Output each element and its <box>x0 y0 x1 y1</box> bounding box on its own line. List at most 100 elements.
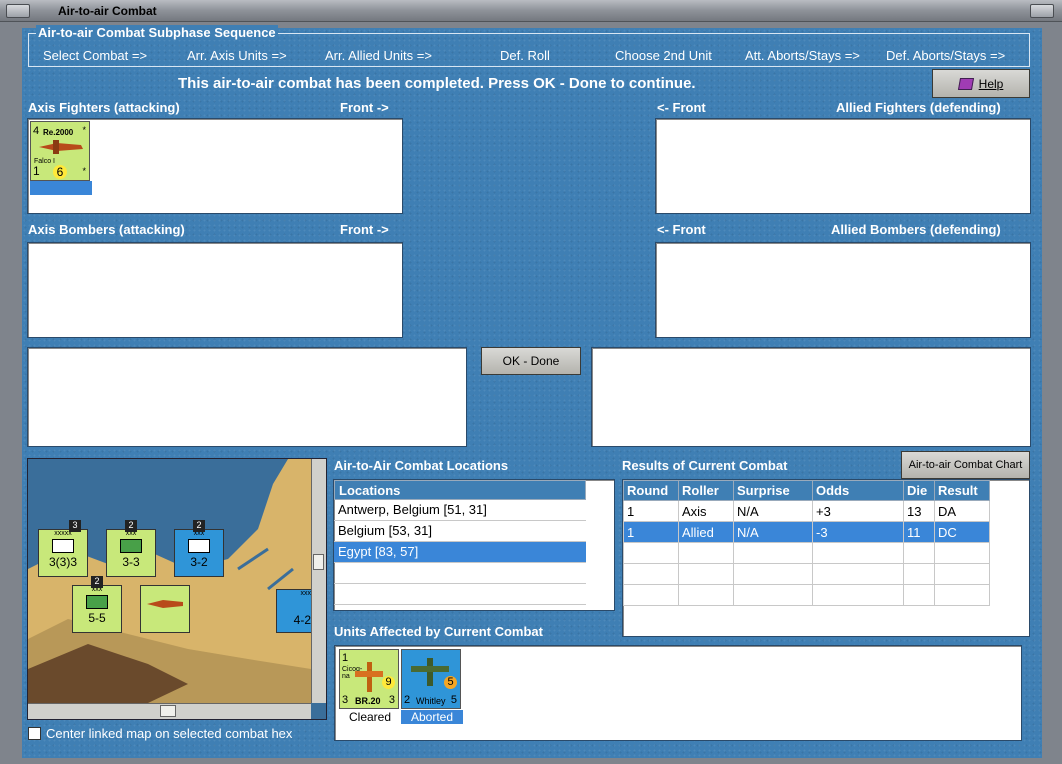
allied-bombers-front-label: <- Front <box>657 222 706 237</box>
unit1-left-val: 3 <box>342 694 349 706</box>
map-plane-icon <box>147 600 183 608</box>
locations-list[interactable]: Locations Antwerp, Belgium [51, 31] Belg… <box>333 479 615 611</box>
combat-chart-button[interactable]: Air-to-air Combat Chart <box>901 451 1030 479</box>
map-counter-2-value: 3-3 <box>122 555 140 569</box>
table-row-empty <box>623 542 990 564</box>
center-map-label: Center linked map on selected combat hex <box>46 726 293 741</box>
col-result: Result <box>934 480 990 501</box>
axis-fighters-box[interactable]: 4 Re.2000 * Falco I 1 6 * <box>27 118 403 214</box>
help-button-label: Help <box>978 76 1004 91</box>
linked-map[interactable]: xxxxx 3(3)3 3 xxx 3-3 2 xxx 3-2 2 xxx 5-… <box>27 458 327 720</box>
seq-step-choose-2nd: Choose 2nd Unit <box>615 48 712 63</box>
axis-bombers-box[interactable] <box>27 242 403 338</box>
map-counter-3-value: 3-2 <box>190 555 208 569</box>
allied-fighters-box[interactable] <box>655 118 1031 214</box>
seq-step-select-combat: Select Combat => <box>43 48 148 63</box>
table-row-empty <box>623 584 990 606</box>
map-hscroll-thumb[interactable] <box>160 705 176 717</box>
unit2-top-left: 2 <box>404 694 411 706</box>
cell-round: 1 <box>623 521 679 543</box>
col-die: Die <box>903 480 935 501</box>
location-item-empty <box>334 563 586 584</box>
col-round: Round <box>623 480 679 501</box>
map-vertical-scrollbar[interactable] <box>311 459 326 703</box>
counter-range: 6 <box>53 165 67 179</box>
map-counter-4-value: 5-5 <box>88 611 106 625</box>
counter-mark: * <box>82 125 86 135</box>
map-counter-4[interactable]: xxx 5-5 2 <box>72 576 122 633</box>
cell-result: DC <box>934 521 990 543</box>
title-bar: Air-to-air Combat <box>0 0 1062 22</box>
cell-die: 11 <box>903 521 935 543</box>
allied-fighters-label: Allied Fighters (defending) <box>836 100 1001 115</box>
affected-unit-2[interactable]: 5 2 Whitley 5 <box>401 649 461 709</box>
counter-defense: 1 <box>33 164 40 178</box>
close-button[interactable] <box>1030 4 1054 18</box>
results-title: Results of Current Combat <box>622 458 788 473</box>
allied-fighters-front-label: <- Front <box>657 100 706 115</box>
cell-odds: -3 <box>812 521 904 543</box>
affected-unit-1[interactable]: 1 Cicog-na 9 3 BR.20 3 <box>339 649 399 709</box>
map-counter-4-badge: 2 <box>91 576 103 588</box>
col-roller: Roller <box>678 480 734 501</box>
map-counter-5[interactable]: xxx 4-2 <box>276 589 312 633</box>
cell-die: 13 <box>903 500 935 522</box>
map-counter-2-symbol <box>120 539 142 553</box>
unit2-model: Whitley <box>416 696 446 706</box>
col-surprise: Surprise <box>733 480 813 501</box>
map-vscroll-thumb[interactable] <box>313 554 324 570</box>
locations-header: Locations <box>334 480 586 500</box>
cell-surprise: N/A <box>733 500 813 522</box>
location-item[interactable]: Antwerp, Belgium [51, 31] <box>334 500 586 521</box>
table-row-empty <box>623 563 990 585</box>
locations-title: Air-to-Air Combat Locations <box>334 458 509 473</box>
seq-step-arr-axis: Arr. Axis Units => <box>187 48 287 63</box>
location-item-empty <box>334 584 586 605</box>
allied-message-box <box>591 347 1031 447</box>
seq-step-att-aborts: Att. Aborts/Stays => <box>745 48 860 63</box>
locations-items: Antwerp, Belgium [51, 31] Belgium [53, 3… <box>334 500 586 605</box>
status-message: This air-to-air combat has been complete… <box>178 75 696 92</box>
table-row-selected[interactable]: 1 Allied N/A -3 11 DC <box>623 521 990 543</box>
help-button[interactable]: Help <box>932 69 1030 98</box>
map-counter-1-symbol <box>52 539 74 553</box>
location-item[interactable]: Belgium [53, 31] <box>334 521 586 542</box>
map-counter-3-badge: 2 <box>193 520 205 532</box>
allied-bombers-label: Allied Bombers (defending) <box>831 222 1001 237</box>
seq-step-arr-allied: Arr. Allied Units => <box>325 48 432 63</box>
unit1-top-left: 1 <box>342 652 349 664</box>
map-terrain <box>28 459 311 703</box>
cell-odds: +3 <box>812 500 904 522</box>
cell-round: 1 <box>623 500 679 522</box>
seq-step-def-roll: Def. Roll <box>500 48 550 63</box>
table-row[interactable]: 1 Axis N/A +3 13 DA <box>623 500 990 522</box>
map-counter-1-badge: 3 <box>69 520 81 532</box>
cell-surprise: N/A <box>733 521 813 543</box>
affected-title: Units Affected by Current Combat <box>334 624 543 639</box>
map-counter-3-symbol <box>188 539 210 553</box>
window-title: Air-to-air Combat <box>58 4 157 18</box>
counter-name: Re.2000 <box>43 128 74 137</box>
affected-units-box: 1 Cicog-na 9 3 BR.20 3 Cleared 5 2 Whitl… <box>334 645 1022 741</box>
allied-bombers-box[interactable] <box>655 242 1031 338</box>
ok-done-button[interactable]: OK - Done <box>481 347 581 375</box>
axis-fighter-selection <box>30 181 92 195</box>
map-counter-2[interactable]: xxx 3-3 2 <box>106 520 156 577</box>
location-item-selected[interactable]: Egypt [83, 57] <box>334 542 586 563</box>
unit1-model: BR.20 <box>355 696 381 706</box>
map-fighter-counter[interactable] <box>140 585 190 633</box>
seq-step-def-aborts: Def. Aborts/Stays => <box>886 48 1006 63</box>
map-horizontal-scrollbar[interactable] <box>28 703 311 719</box>
cell-roller: Allied <box>678 521 734 543</box>
center-map-checkbox[interactable] <box>28 727 41 740</box>
unit2-status: Aborted <box>401 710 463 724</box>
map-counter-1[interactable]: xxxxx 3(3)3 3 <box>38 520 88 577</box>
results-table-box: Round Roller Surprise Odds Die Result 1 … <box>622 479 1030 637</box>
map-counter-5-value: 4-2 <box>293 613 311 627</box>
window-menu-button[interactable] <box>6 4 30 18</box>
bomber-plane-icon <box>355 662 383 692</box>
map-counter-3[interactable]: xxx 3-2 2 <box>174 520 224 577</box>
sequence-title: Air-to-air Combat Subphase Sequence <box>36 25 278 40</box>
cell-roller: Axis <box>678 500 734 522</box>
axis-fighter-counter[interactable]: 4 Re.2000 * Falco I 1 6 * <box>30 121 90 181</box>
